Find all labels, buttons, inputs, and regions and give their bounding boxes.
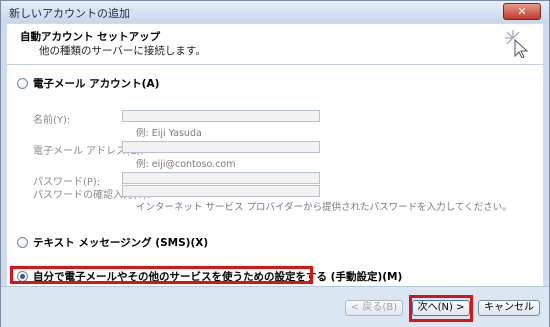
window-title: 新しいアカウントの追加 [9, 7, 130, 20]
radio-email-account[interactable]: 電子メール アカウント(A) [17, 75, 159, 91]
close-button[interactable]: ✕ [503, 3, 541, 20]
radio-button[interactable] [17, 77, 28, 89]
confirm-password-field[interactable] [122, 185, 320, 197]
radio-sms[interactable]: テキスト メッセージング (SMS)(X) [17, 234, 208, 250]
email-field[interactable] [122, 141, 320, 153]
wizard-footer: < 戻る(B) 次へ(N) > キャンセル [1, 286, 549, 327]
name-example: 例: Eiji Yasuda [136, 128, 202, 139]
password-hint: インターネット サービス プロバイダーから提供されたパスワードを入力してください… [136, 202, 512, 213]
wizard-header: 自動アカウント セットアップ 他の種類のサーバーに接続します。 [7, 24, 543, 64]
radio-sms-label: テキスト メッセージング (SMS)(X) [33, 236, 209, 249]
title-bar[interactable]: 新しいアカウントの追加 ✕ [1, 1, 549, 23]
wizard-cursor-icon [505, 30, 529, 58]
manual-setup-highlight [10, 266, 313, 284]
name-label: 名前(Y): [33, 115, 71, 126]
page-title: 自動アカウント セットアップ [20, 31, 161, 43]
radio-email-account-label: 電子メール アカウント(A) [33, 77, 160, 90]
password-field[interactable] [122, 172, 320, 184]
wizard-content: 電子メール アカウント(A) 名前(Y): 例: Eiji Yasuda 電子メ… [7, 64, 543, 287]
next-button-highlight [409, 295, 473, 322]
name-field[interactable] [122, 110, 320, 122]
radio-button[interactable] [17, 236, 28, 248]
add-account-dialog: 新しいアカウントの追加 ✕ 自動アカウント セットアップ 他の種類のサーバーに接… [0, 0, 550, 327]
email-example: 例: eiji@contoso.com [136, 159, 236, 170]
back-button[interactable]: < 戻る(B) [345, 300, 403, 316]
page-subtitle: 他の種類のサーバーに接続します。 [39, 45, 206, 57]
cancel-button[interactable]: キャンセル [478, 300, 540, 316]
